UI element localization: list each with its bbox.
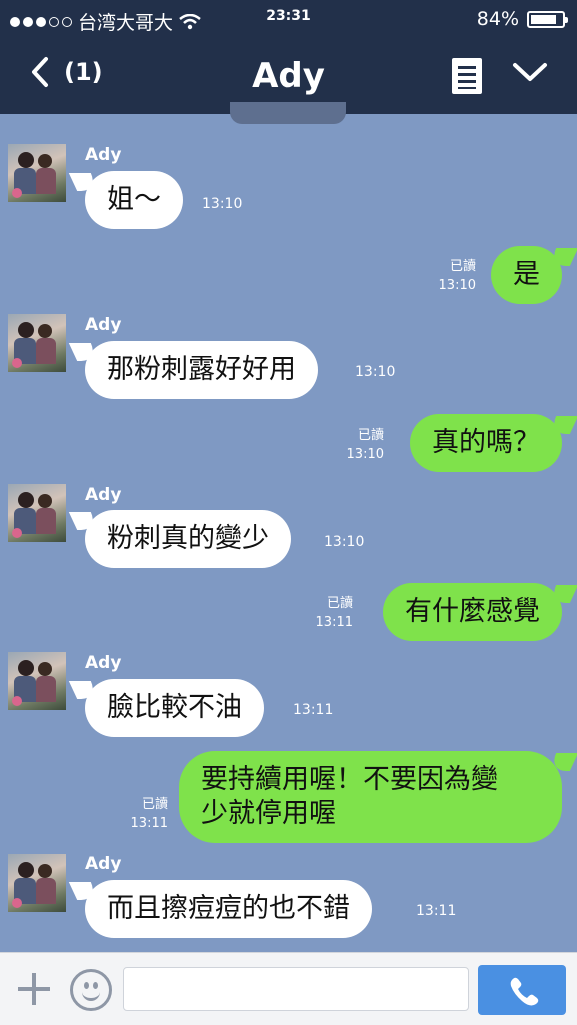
message-time: 13:11 [315,615,353,630]
message-time: 13:10 [438,278,476,293]
message-time: 13:10 [346,447,384,462]
avatar[interactable] [8,854,66,912]
sender-name: Ady [85,145,122,165]
read-receipt: 已讀 13:11 [316,594,353,632]
message-bubble-incoming[interactable]: 姐～ [85,171,183,229]
sender-name: Ady [85,485,122,505]
message-line: 少就停用喔 [201,798,336,829]
chevron-down-icon [513,63,547,81]
avatar[interactable] [8,144,66,202]
message-bubble-outgoing[interactable]: 真的嗎？ [410,414,562,472]
message-list: Ady 姐～ 13:10 已讀 13:10 是 Ady 那粉刺露好好用 13:1… [0,114,577,952]
avatar[interactable] [8,484,66,542]
message-bubble-incoming[interactable]: 粉刺真的變少 [85,510,291,568]
status-bar: 台湾大哥大 23:31 84% [0,0,577,38]
message-time: 13:10 [355,364,396,380]
read-status: 已讀 [449,259,476,274]
message-bubble-incoming[interactable]: 而且擦痘痘的也不錯 [85,880,372,938]
read-receipt: 已讀 13:10 [439,257,476,295]
plus-icon[interactable] [16,971,52,1007]
message-input-bar [0,952,577,1025]
status-right: 84% [476,8,568,30]
message-input[interactable] [123,967,469,1011]
message-time: 13:10 [202,196,243,212]
message-time: 13:11 [416,903,457,919]
sender-name: Ady [85,315,122,335]
message-line: 要持續用喔！不要因為變 [201,764,498,795]
message-bubble-outgoing[interactable]: 要持續用喔！不要因為變 少就停用喔 [179,751,562,843]
message-bubble-incoming[interactable]: 臉比較不油 [85,679,264,737]
sender-name: Ady [85,653,122,673]
read-status: 已讀 [141,797,168,812]
notes-icon[interactable] [452,58,482,94]
avatar[interactable] [8,314,66,372]
read-receipt: 已讀 13:11 [131,795,168,833]
phone-icon [510,977,539,1006]
message-bubble-outgoing[interactable]: 有什麼感覺 [383,583,562,641]
battery-percentage: 84% [476,8,519,30]
avatar[interactable] [8,652,66,710]
read-receipt: 已讀 13:10 [347,426,384,464]
call-button[interactable] [478,965,566,1015]
chat-title: Ady [252,56,325,96]
message-bubble-incoming[interactable]: 那粉刺露好好用 [85,341,318,399]
read-status: 已讀 [357,428,384,443]
battery-icon [527,10,568,28]
menu-dropdown-button[interactable] [512,60,548,88]
read-status: 已讀 [326,596,353,611]
message-time: 13:11 [130,816,168,831]
message-time: 13:10 [324,534,365,550]
smiley-icon[interactable] [70,969,112,1011]
message-time: 13:11 [293,702,334,718]
sender-name: Ady [85,854,122,874]
message-bubble-outgoing[interactable]: 是 [491,246,562,304]
